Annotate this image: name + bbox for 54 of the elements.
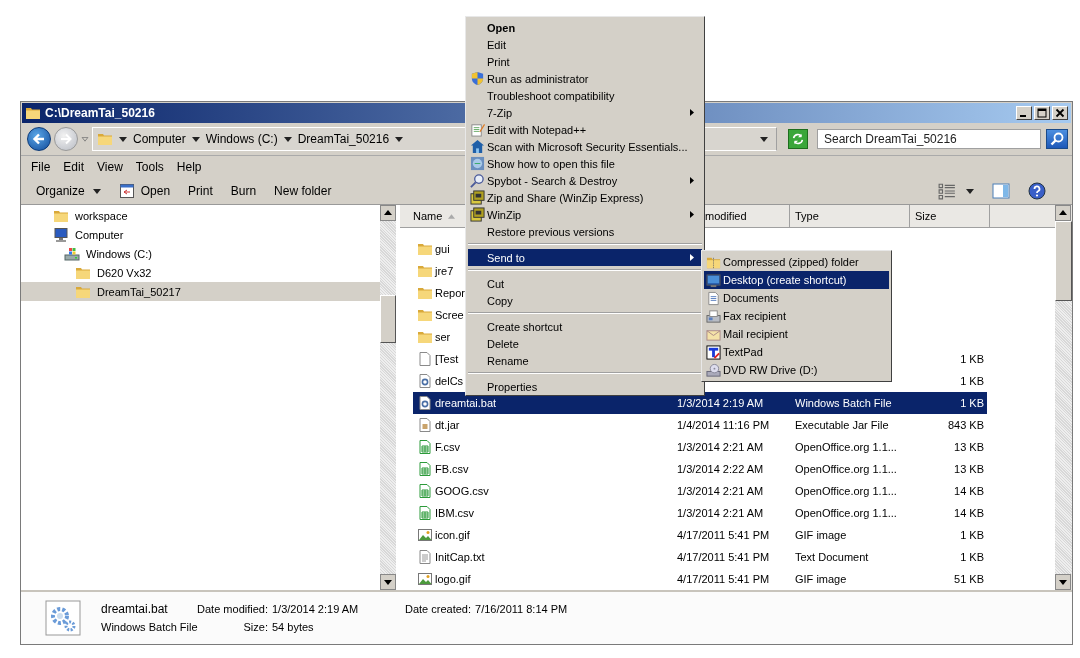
date-modified: 1/4/2014 11:16 PM (677, 419, 770, 431)
file-name: Scree (435, 309, 464, 321)
file-type: OpenOffice.org 1.1... (795, 463, 897, 475)
file-type: GIF image (795, 573, 847, 585)
date-modified: 4/17/2011 5:41 PM (677, 573, 770, 585)
date-modified: 1/3/2014 2:22 AM (677, 463, 764, 475)
file-type: Windows Batch File (101, 621, 195, 633)
file-name: InitCap.txt (435, 551, 485, 563)
field-value: 7/16/2011 8:14 PM (475, 603, 568, 615)
file-type: Executable Jar File (795, 419, 889, 431)
file-name: jre7 (435, 265, 454, 277)
field-label: Size: (242, 621, 268, 633)
file-size: 13 KB (954, 463, 984, 475)
date-modified: 4/17/2011 5:41 PM (677, 529, 770, 541)
file-name: dreamtai.bat (435, 397, 497, 409)
file-name: dt.jar (435, 419, 460, 431)
file-type: GIF image (795, 529, 847, 541)
field-label: Date modified: (196, 603, 268, 615)
file-name: [Test (435, 353, 459, 365)
date-modified: 1/3/2014 2:19 AM (677, 397, 764, 409)
date-modified: 4/17/2011 5:41 PM (677, 551, 770, 563)
field-label: Date created: (405, 603, 472, 615)
date-modified: 1/3/2014 2:21 AM (677, 441, 764, 453)
file-name: gui (435, 243, 450, 255)
field-value: 54 bytes (272, 621, 314, 633)
file-name: logo.gif (435, 573, 471, 585)
file-type: OpenOffice.org 1.1... (795, 485, 897, 497)
date-modified: 1/3/2014 2:21 AM (677, 507, 764, 519)
file-type: OpenOffice.org 1.1... (795, 507, 897, 519)
file-size: 1 KB (960, 375, 984, 387)
file-size: 1 KB (960, 529, 984, 541)
file-name: FB.csv (435, 463, 469, 475)
file-name: GOOG.csv (435, 485, 489, 497)
file-size: 1 KB (960, 353, 984, 365)
file-name: dreamtai.bat (101, 602, 169, 616)
file-size: 1 KB (960, 551, 984, 563)
file-size: 843 KB (947, 419, 984, 431)
file-name: IBM.csv (435, 507, 475, 519)
file-name: delCs (435, 375, 464, 387)
file-name: ser (435, 331, 451, 343)
file-size: 14 KB (954, 507, 984, 519)
field-value: 1/3/2014 2:19 AM (272, 603, 359, 615)
file-name: Repor (435, 287, 465, 299)
file-size: 13 KB (954, 441, 984, 453)
file-name: icon.gif (435, 529, 470, 541)
window-title: C:\DreamTai_50216 (45, 106, 155, 120)
file-type: Text Document (795, 551, 869, 563)
file-type: OpenOffice.org 1.1... (795, 441, 897, 453)
date-modified: 1/3/2014 2:21 AM (677, 485, 764, 497)
file-size: 1 KB (960, 397, 984, 409)
file-type: Windows Batch File (795, 397, 892, 409)
file-size: 14 KB (954, 485, 984, 497)
file-size: 51 KB (954, 573, 984, 585)
file-name: F.csv (435, 441, 461, 453)
